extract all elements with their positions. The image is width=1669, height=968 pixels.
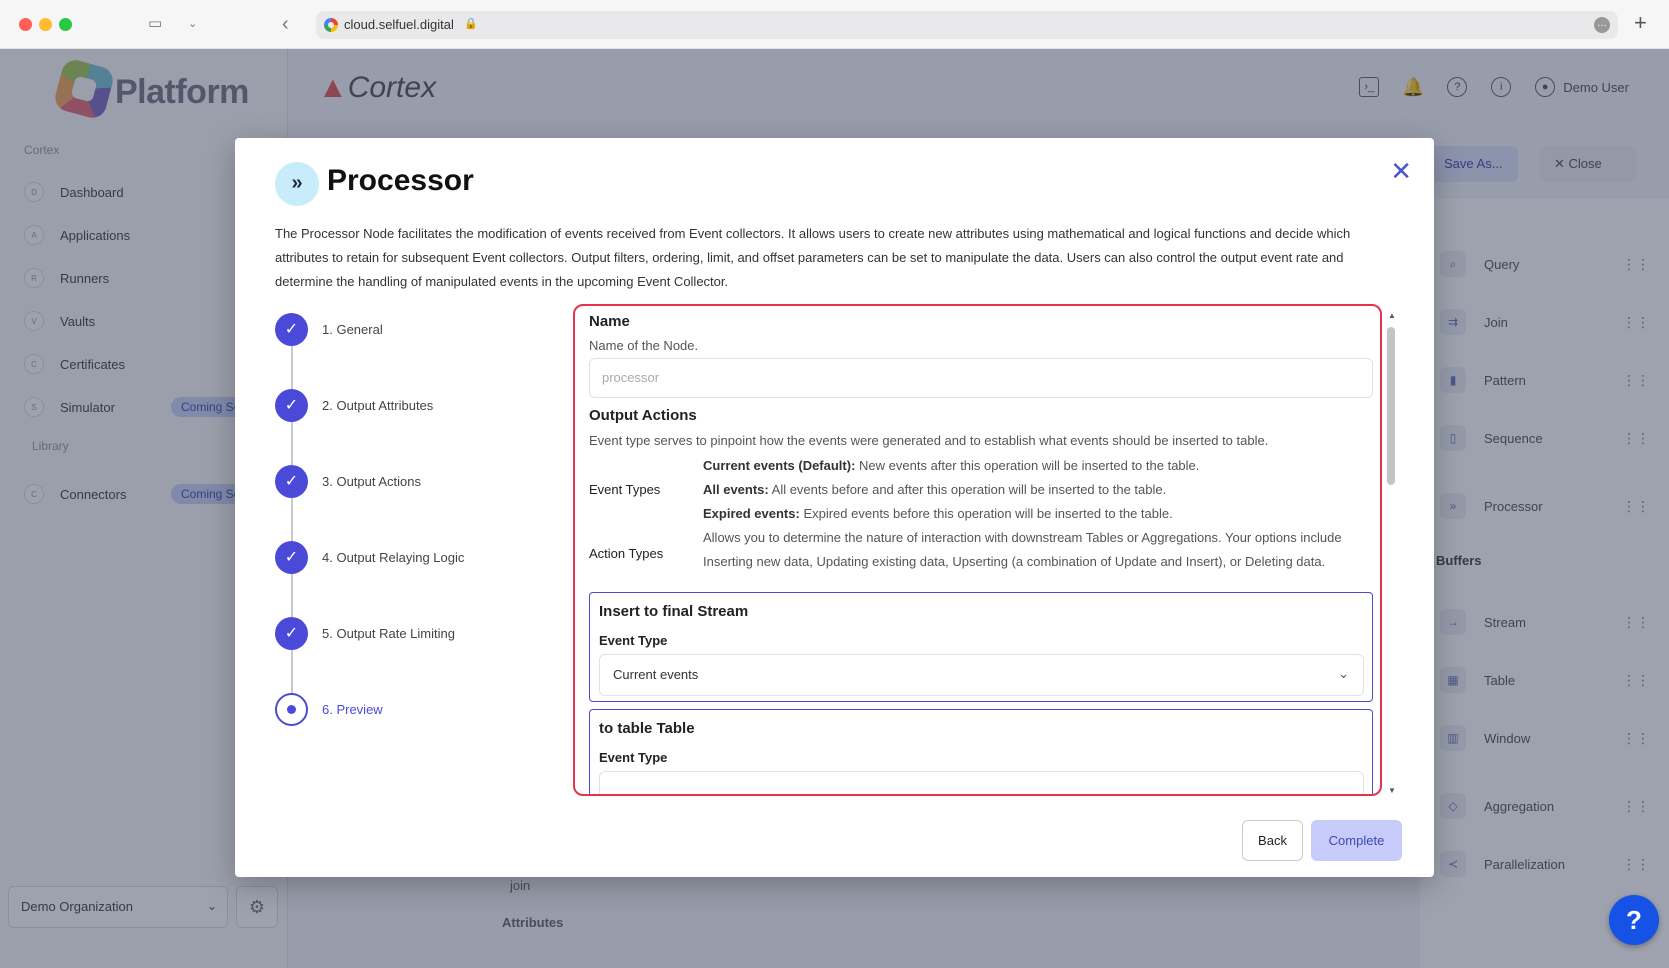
event-types-label: Event Types [589,482,661,497]
output-actions-heading: Output Actions [589,407,697,424]
step-connector [291,574,293,617]
back-arrow-icon[interactable]: ‹ [282,14,289,34]
event-type-desc: Expired events before this operation wil… [799,506,1173,521]
to-table-card: to table Table Event Type [589,709,1373,794]
minimize-window-button[interactable] [39,18,52,31]
action-types-label: Action Types [589,546,664,561]
event-type-desc: New events after this operation will be … [855,458,1200,473]
card-title: Insert to final Stream [599,603,749,620]
step-general[interactable]: ✓ 1. General [275,313,535,347]
event-type-label: Event Type [599,633,668,648]
scroll-down-icon[interactable]: ▼ [1388,786,1396,795]
form-scrollbar[interactable]: ▲ ▼ [1385,311,1397,795]
url-text: cloud.selfuel.digital [344,17,454,32]
more-icon[interactable]: … [1594,17,1610,33]
event-type-desc: All events before and after this operati… [768,482,1167,497]
event-type-selected: Current events [613,667,699,682]
close-icon[interactable]: ✕ [1390,158,1412,184]
step-preview[interactable]: 6. Preview [275,693,535,727]
event-type-name: Current events (Default): [703,458,856,473]
name-subtitle: Name of the Node. [589,338,699,353]
processor-modal: » Processor ✕ The Processor Node facilit… [235,138,1434,877]
active-step-dot-icon [275,693,308,726]
maximize-window-button[interactable] [59,18,72,31]
help-chat-button[interactable]: ? [1609,895,1659,945]
processor-icon: » [275,162,319,206]
check-icon: ✓ [275,541,308,574]
step-connector [291,422,293,465]
preview-form: Name Name of the Node. processor Output … [573,304,1382,796]
event-type-select[interactable] [599,771,1364,794]
new-tab-icon[interactable]: + [1634,10,1647,36]
event-type-all: All events: All events before and after … [703,478,1373,502]
step-output-actions[interactable]: ✓ 3. Output Actions [275,465,535,499]
scrollbar-thumb[interactable] [1387,327,1395,485]
insert-final-stream-card: Insert to final Stream Event Type Curren… [589,592,1373,702]
step-label: 6. Preview [322,702,383,717]
chevron-down-icon: ⌄ [1338,666,1349,681]
complete-button[interactable]: Complete [1311,820,1402,861]
step-output-attributes[interactable]: ✓ 2. Output Attributes [275,389,535,423]
step-output-rate-limiting[interactable]: ✓ 5. Output Rate Limiting [275,617,535,651]
close-window-button[interactable] [19,18,32,31]
action-types-text: Allows you to determine the nature of in… [703,530,1342,569]
check-icon: ✓ [275,617,308,650]
name-input-value: processor [602,370,660,385]
step-connector [291,650,293,693]
step-label: 4. Output Relaying Logic [322,550,465,565]
modal-description: The Processor Node facilitates the modif… [275,226,1351,289]
step-label: 2. Output Attributes [322,398,434,413]
event-type-expired: Expired events: Expired events before th… [703,502,1373,526]
modal-title: Processor [327,164,474,197]
browser-chrome: ▭ ⌄ ‹ cloud.selfuel.digital 🔒 … + [0,0,1669,49]
output-actions-subtitle: Event type serves to pinpoint how the ev… [589,433,1269,448]
check-icon: ✓ [275,313,308,346]
step-output-relaying-logic[interactable]: ✓ 4. Output Relaying Logic [275,541,535,575]
event-type-current: Current events (Default): New events aft… [703,454,1373,478]
lock-icon: 🔒 [464,18,478,30]
step-connector [291,498,293,541]
check-icon: ✓ [275,465,308,498]
name-heading: Name [589,313,630,330]
step-label: 3. Output Actions [322,474,422,489]
back-button[interactable]: Back [1242,820,1303,861]
address-bar[interactable]: cloud.selfuel.digital 🔒 … [316,11,1618,39]
event-type-select[interactable]: Current events ⌄ [599,654,1364,696]
sidebar-toggle-icon[interactable]: ▭ [148,14,162,34]
event-types-list: Current events (Default): New events aft… [703,454,1373,526]
step-label: 1. General [322,322,383,337]
event-type-name: All events: [703,482,769,497]
event-type-name: Expired events: [703,506,800,521]
step-connector [291,346,293,389]
step-label: 5. Output Rate Limiting [322,626,455,641]
check-icon: ✓ [275,389,308,422]
chevron-down-icon[interactable]: ⌄ [188,14,197,34]
event-type-label: Event Type [599,750,668,765]
site-logo-icon [324,18,338,32]
card-title: to table Table [599,720,695,737]
scroll-up-icon[interactable]: ▲ [1388,311,1396,320]
name-input[interactable]: processor [589,358,1373,398]
